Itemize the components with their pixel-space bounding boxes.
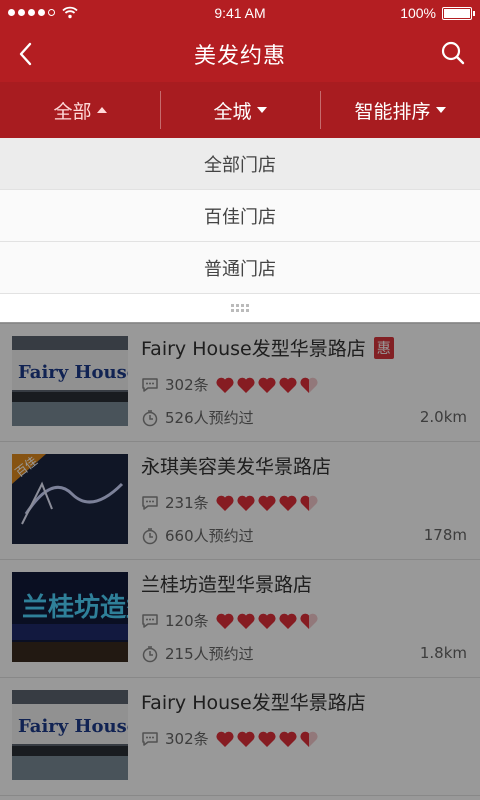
filter-tab-2[interactable]: 全城	[160, 82, 320, 138]
nav-bar: 美发约惠	[0, 26, 480, 82]
filter-tab-label: 全部	[53, 100, 92, 123]
battery-icon	[442, 7, 475, 20]
caret-up-icon	[96, 107, 107, 113]
filter-tab-label: 全城	[213, 100, 252, 123]
caret-down-icon	[256, 107, 267, 113]
dropdown-item[interactable]: 百佳门店	[0, 190, 480, 242]
caret-down-icon	[435, 107, 446, 113]
page-title: 美发约惠	[193, 44, 286, 69]
store-type-dropdown: 全部门店 百佳门店 普通门店	[0, 138, 480, 322]
dropdown-item[interactable]: 普通门店	[0, 242, 480, 294]
dim-overlay[interactable]	[0, 296, 480, 800]
filter-bar: 全部 全城 智能排序	[0, 82, 480, 138]
filter-tab-label: 智能排序	[354, 100, 431, 123]
filter-tab-1[interactable]: 全部	[0, 82, 160, 138]
status-bar: 9:41 AM 100%	[0, 0, 480, 26]
battery-percent: 100%	[400, 5, 436, 21]
app-header: 9:41 AM 100% 美发约惠	[0, 0, 480, 82]
dropdown-item[interactable]: 全部门店	[0, 138, 480, 190]
search-icon[interactable]	[440, 40, 466, 66]
dropdown-drag-handle[interactable]	[0, 294, 480, 322]
filter-tab-3[interactable]: 智能排序	[320, 82, 480, 138]
